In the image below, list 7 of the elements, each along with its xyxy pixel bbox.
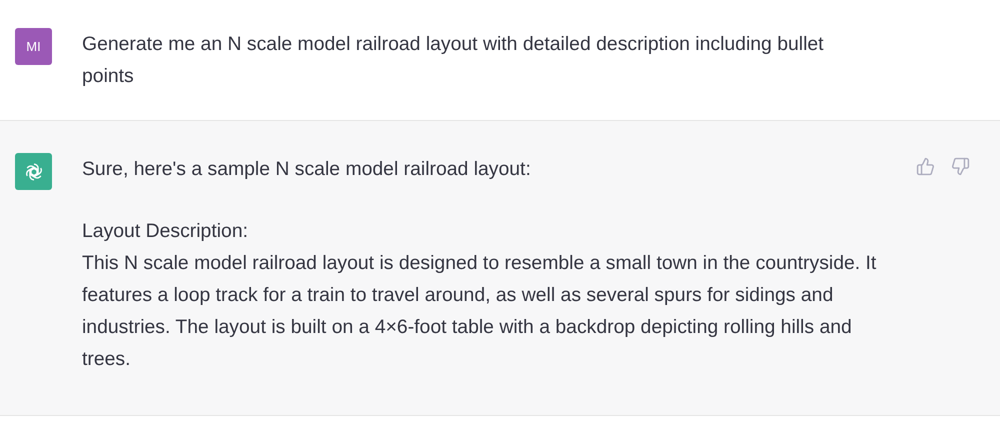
thumbs-down-icon[interactable]: [951, 157, 970, 176]
user-avatar: MI: [15, 28, 52, 65]
message-text: Layout Description:: [82, 219, 249, 244]
message-text: This N scale model railroad layout is designed to resemble a small town in the countryside. It features a loop track for a train to travel around, as well as several spurs for sidings and industries. The layout is built on a 4×6-foot table with a backdrop depicting rolling hills and trees.: [82, 251, 878, 372]
thumbs-up-icon[interactable]: [916, 157, 935, 176]
message-text: Sure, here's a sample N scale model railroad layout:: [82, 157, 532, 182]
message-text: Generate me an N scale model railroad layout with detailed description including bullet points: [82, 32, 825, 89]
